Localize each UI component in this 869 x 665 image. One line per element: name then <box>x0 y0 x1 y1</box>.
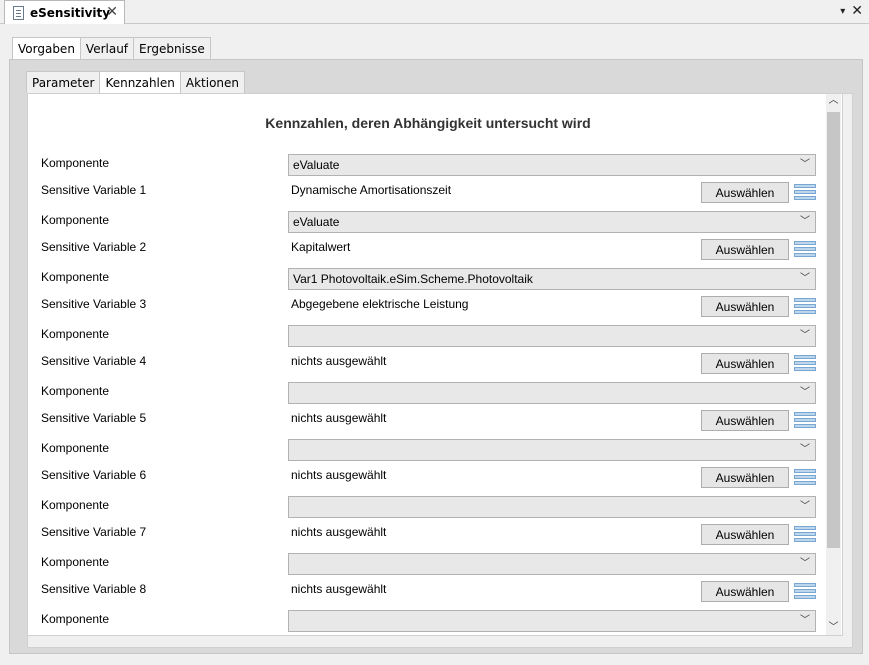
chevron-down-icon[interactable]: ﹀ <box>799 329 811 343</box>
sensitive-variable-label: Sensitive Variable 4 <box>41 354 147 368</box>
chevron-down-icon[interactable]: ﹀ <box>799 272 811 286</box>
document-icon <box>13 5 24 20</box>
close-tab-icon[interactable]: ✕ <box>106 5 118 19</box>
komponente-value: eValuate <box>293 158 340 172</box>
chevron-down-icon[interactable]: ﹀ <box>799 557 811 571</box>
window-controls: ▾ ✕ <box>840 3 863 19</box>
komponente-combo[interactable]: ﹀ <box>288 610 816 632</box>
sensitive-variable-label: Sensitive Variable 1 <box>41 183 147 197</box>
inner-tab-strip: Parameter Kennzahlen Aktionen <box>26 71 246 94</box>
komponente-value: Var1 Photovoltaik.eSim.Scheme.Photovolta… <box>293 272 533 286</box>
auswaehlen-button[interactable]: Auswählen <box>701 353 789 374</box>
komponente-value: eValuate <box>293 215 340 229</box>
scroll-thumb[interactable] <box>827 112 840 548</box>
scroll-down-icon[interactable]: ﹀ <box>826 621 841 635</box>
auswaehlen-button[interactable]: Auswählen <box>701 239 789 260</box>
list-icon[interactable] <box>794 355 816 372</box>
komponente-label: Komponente <box>41 156 110 170</box>
sensitive-variable-value: Kapitalwert <box>291 240 351 254</box>
outer-tab-strip: Vorgaben Verlauf Ergebnisse <box>12 37 211 60</box>
chevron-down-icon[interactable]: ﹀ <box>799 215 811 229</box>
komponente-label: Komponente <box>41 555 110 569</box>
tab-verlauf[interactable]: Verlauf <box>79 37 135 59</box>
sensitive-variable-label: Sensitive Variable 7 <box>41 525 147 539</box>
komponente-combo[interactable]: ﹀ <box>288 439 816 461</box>
sensitive-variable-value: nichts ausgewählt <box>291 525 387 539</box>
tab-ergebnisse[interactable]: Ergebnisse <box>133 37 211 59</box>
chevron-down-icon[interactable]: ﹀ <box>799 386 811 400</box>
komponente-combo[interactable]: eValuate ﹀ <box>288 154 816 176</box>
sensitive-variable-label: Sensitive Variable 8 <box>41 582 147 596</box>
list-icon[interactable] <box>794 184 816 201</box>
komponente-combo[interactable]: ﹀ <box>288 382 816 404</box>
close-view-icon[interactable]: ✕ <box>851 3 863 19</box>
chevron-down-icon[interactable]: ﹀ <box>799 500 811 514</box>
tab-parameter[interactable]: Parameter <box>26 71 101 93</box>
komponente-label: Komponente <box>41 327 110 341</box>
sensitive-variable-value: nichts ausgewählt <box>291 468 387 482</box>
auswaehlen-button[interactable]: Auswählen <box>701 524 789 545</box>
editor-tab-title: eSensitivity <box>30 5 111 20</box>
list-icon[interactable] <box>794 298 816 315</box>
komponente-label: Komponente <box>41 270 110 284</box>
komponente-label: Komponente <box>41 498 110 512</box>
list-icon[interactable] <box>794 526 816 543</box>
komponente-combo[interactable]: ﹀ <box>288 553 816 575</box>
komponente-label: Komponente <box>41 384 110 398</box>
tab-vorgaben[interactable]: Vorgaben <box>12 37 81 60</box>
view-menu-icon[interactable]: ▾ <box>840 6 845 17</box>
auswaehlen-button[interactable]: Auswählen <box>701 410 789 431</box>
list-icon[interactable] <box>794 412 816 429</box>
editor-tab-bar: eSensitivity ✕ ▾ ✕ <box>0 0 869 24</box>
page-title: Kennzahlen, deren Abhängigkeit untersuch… <box>265 115 591 131</box>
komponente-label: Komponente <box>41 213 110 227</box>
chevron-down-icon[interactable]: ﹀ <box>799 443 811 457</box>
komponente-label: Komponente <box>41 612 110 626</box>
scroll-up-icon[interactable]: ︿ <box>826 94 841 108</box>
sensitive-variable-value: Abgegebene elektrische Leistung <box>291 297 469 311</box>
komponente-combo[interactable]: ﹀ <box>288 496 816 518</box>
kennzahlen-content: Kennzahlen, deren Abhängigkeit untersuch… <box>27 93 843 636</box>
chevron-down-icon[interactable]: ﹀ <box>799 158 811 172</box>
vertical-scrollbar[interactable]: ︿ ﹀ <box>826 94 841 635</box>
editor-tab-esensitivity[interactable]: eSensitivity ✕ <box>4 0 125 24</box>
auswaehlen-button[interactable]: Auswählen <box>701 467 789 488</box>
tab-kennzahlen[interactable]: Kennzahlen <box>99 71 181 94</box>
sensitive-variable-value: Dynamische Amortisationszeit <box>291 183 452 197</box>
komponente-combo[interactable]: eValuate ﹀ <box>288 211 816 233</box>
list-icon[interactable] <box>794 469 816 486</box>
auswaehlen-button[interactable]: Auswählen <box>701 296 789 317</box>
sensitive-variable-value: nichts ausgewählt <box>291 411 387 425</box>
sensitive-variable-label: Sensitive Variable 6 <box>41 468 147 482</box>
sensitive-variable-label: Sensitive Variable 2 <box>41 240 147 254</box>
auswaehlen-button[interactable]: Auswählen <box>701 581 789 602</box>
tab-aktionen[interactable]: Aktionen <box>179 71 246 93</box>
komponente-label: Komponente <box>41 441 110 455</box>
sensitive-variable-label: Sensitive Variable 5 <box>41 411 147 425</box>
list-icon[interactable] <box>794 583 816 600</box>
auswaehlen-button[interactable]: Auswählen <box>701 182 789 203</box>
sensitive-variable-value: nichts ausgewählt <box>291 354 387 368</box>
sensitive-variable-value: nichts ausgewählt <box>291 582 387 596</box>
list-icon[interactable] <box>794 241 816 258</box>
chevron-down-icon[interactable]: ﹀ <box>799 614 811 628</box>
komponente-combo[interactable]: ﹀ <box>288 325 816 347</box>
komponente-combo[interactable]: Var1 Photovoltaik.eSim.Scheme.Photovolta… <box>288 268 816 290</box>
sensitive-variable-label: Sensitive Variable 3 <box>41 297 147 311</box>
